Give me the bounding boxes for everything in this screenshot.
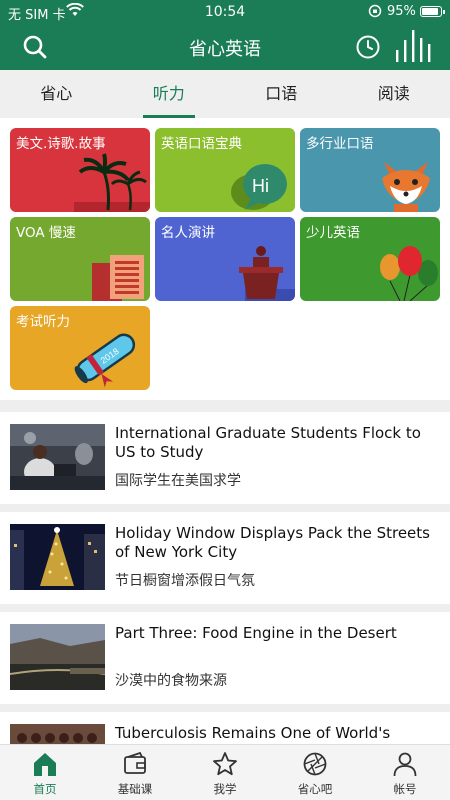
nav-home[interactable]: 首页	[0, 745, 90, 800]
nav-label: 省心吧	[297, 782, 333, 796]
category-label: 名人演讲	[161, 225, 215, 241]
list-separator	[0, 704, 450, 712]
nav-account[interactable]: 帐号	[360, 745, 450, 800]
orientation-lock-icon	[368, 4, 382, 18]
clock-time: 10:54	[204, 4, 246, 20]
tab-listening[interactable]: 听力	[113, 70, 226, 118]
article-thumbnail	[10, 424, 105, 490]
person-icon	[393, 752, 417, 777]
aperture-icon	[303, 752, 327, 776]
category-card-speeches[interactable]: 名人演讲	[155, 217, 295, 301]
battery-percent: 95%	[387, 4, 416, 19]
newspaper-icon	[92, 255, 144, 301]
app-screen: 无 SIM 卡 10:54 95% 省心英语 省心 听力 口语 阅读 美文.诗歌…	[0, 0, 450, 800]
nav-label: 基础课	[117, 782, 153, 796]
tab-label: 听力	[152, 84, 185, 103]
article-item[interactable]: Holiday Window Displays Pack the Streets…	[0, 512, 450, 604]
star-icon	[213, 752, 237, 776]
article-item[interactable]: International Graduate Students Flock to…	[0, 412, 450, 504]
article-title-zh: 沙漠中的食物来源	[115, 673, 227, 689]
bottom-navigation: 首页 基础课 我学 省心吧 帐号	[0, 744, 450, 800]
category-label: 英语口语宝典	[161, 136, 242, 152]
nav-basic-courses[interactable]: 基础课	[90, 745, 180, 800]
list-separator	[0, 504, 450, 512]
app-header: 省心英语	[0, 24, 450, 70]
category-card-phrasebook[interactable]: 英语口语宝典 Hi	[155, 128, 295, 212]
fox-icon	[382, 162, 430, 212]
article-title-zh: 国际学生在美国求学	[115, 473, 241, 489]
article-title-zh: 节日橱窗增添假日气氛	[115, 573, 255, 589]
article-title-en: Holiday Window Displays Pack the Streets…	[115, 524, 430, 561]
palm-trees-icon	[74, 153, 150, 212]
nav-my-study[interactable]: 我学	[180, 745, 270, 800]
wallet-icon	[124, 751, 146, 774]
balloons-icon	[380, 246, 438, 301]
top-bar: 无 SIM 卡 10:54 95% 省心英语	[0, 0, 450, 70]
battery-icon	[420, 6, 445, 17]
category-card-kids[interactable]: 少儿英语	[300, 217, 440, 301]
tab-label: 阅读	[377, 84, 410, 103]
home-icon	[34, 753, 56, 776]
category-label: 少儿英语	[306, 225, 360, 241]
category-card-exams[interactable]: 考试听力 2018	[10, 306, 150, 390]
list-separator	[0, 604, 450, 612]
category-card-essays[interactable]: 美文.诗歌.故事	[10, 128, 150, 212]
tab-speaking[interactable]: 口语	[225, 70, 338, 118]
category-card-voa[interactable]: VOA 慢速	[10, 217, 150, 301]
tab-label: 省心	[40, 84, 73, 103]
category-label: 美文.诗歌.故事	[16, 136, 106, 152]
tab-shengxin[interactable]: 省心	[0, 70, 113, 118]
section-divider	[0, 400, 450, 412]
nav-label: 帐号	[393, 782, 417, 796]
category-tabs: 省心 听力 口语 阅读	[0, 70, 450, 118]
nav-label: 我学	[213, 782, 237, 796]
article-thumbnail	[10, 624, 105, 690]
active-tab-indicator	[142, 115, 195, 118]
tab-label: 口语	[265, 84, 298, 103]
category-card-industry[interactable]: 多行业口语	[300, 128, 440, 212]
article-title-en: Part Three: Food Engine in the Desert	[115, 624, 397, 642]
speech-bubble-hi-icon: Hi	[231, 164, 287, 210]
diploma-icon: 2018	[74, 333, 136, 388]
status-bar: 无 SIM 卡 10:54 95%	[0, 0, 450, 24]
app-title: 省心英语	[189, 39, 261, 60]
bars-icon[interactable]	[394, 28, 434, 64]
clock-icon[interactable]	[355, 34, 381, 60]
article-thumbnail	[10, 524, 105, 590]
podium-icon	[239, 246, 295, 301]
article-title-en: International Graduate Students Flock to…	[115, 424, 421, 461]
tab-reading[interactable]: 阅读	[338, 70, 450, 118]
category-label: 多行业口语	[306, 136, 374, 152]
category-label: VOA 慢速	[16, 225, 76, 241]
nav-label: 首页	[33, 782, 57, 796]
svg-text:Hi: Hi	[252, 176, 269, 196]
article-item[interactable]: Part Three: Food Engine in the Desert 沙漠…	[0, 612, 450, 704]
nav-community[interactable]: 省心吧	[270, 745, 360, 800]
